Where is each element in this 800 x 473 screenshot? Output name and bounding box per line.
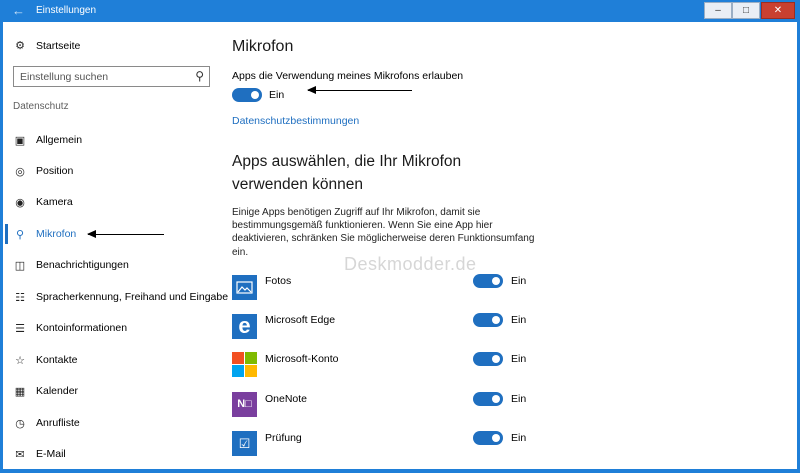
call-history-icon: ◷ [15, 417, 25, 430]
exam-app-icon: ☑ [232, 431, 257, 456]
app-toggle-state: Ein [511, 393, 527, 405]
sidebar-item-label: Spracherkennung, Freihand und Eingabe [36, 291, 229, 303]
sidebar-item-anrufliste[interactable]: ◷ Anrufliste [13, 413, 80, 433]
app-toggle-state: Ein [511, 314, 527, 326]
apps-heading: Apps auswählen, die Ihr Mikrofon verwend… [232, 153, 462, 193]
sidebar-item-label: Mikrofon [36, 228, 77, 240]
calendar-icon: ▦ [14, 385, 26, 398]
contacts-icon: ☆ [15, 354, 25, 367]
app-toggle-edge[interactable] [473, 313, 503, 327]
sidebar-item-position[interactable]: ◎ Position [13, 161, 73, 181]
sidebar-item-allgemein[interactable]: ▣ Allgemein [13, 130, 82, 150]
window-frame-bottom [0, 469, 800, 473]
sidebar-item-kontakte[interactable]: ☆ Kontakte [13, 350, 77, 370]
window-title: Einstellungen [36, 5, 97, 16]
search-input[interactable]: Einstellung suchen ⚲ [13, 66, 210, 87]
sidebar-item-label: Kontakte [36, 354, 78, 366]
app-toggle-state: Ein [511, 275, 527, 287]
mail-icon: ✉ [15, 448, 25, 461]
app-name-fotos: Fotos [265, 275, 292, 287]
back-arrow-icon[interactable]: ← [12, 3, 25, 18]
photos-app-icon [232, 275, 257, 300]
app-toggle-fotos[interactable] [473, 274, 503, 288]
search-icon[interactable]: ⚲ [195, 69, 204, 83]
close-icon: ✕ [773, 5, 783, 16]
app-toggle-state: Ein [511, 432, 527, 444]
sidebar-item-mikrofon[interactable]: ⚲ Mikrofon [13, 224, 76, 244]
app-name-microsoft-konto: Microsoft-Konto [265, 353, 339, 365]
sidebar-item-label: Allgemein [36, 134, 83, 146]
sidebar-item-label: Position [36, 165, 74, 177]
maximize-icon: □ [742, 5, 750, 16]
search-placeholder: Einstellung suchen [20, 71, 109, 83]
sidebar-item-spracherkennung[interactable]: ☷ Spracherkennung, Freihand und Eingabe [13, 287, 228, 307]
camera-icon: ◉ [15, 196, 25, 209]
sidebar-item-label: Startseite [36, 39, 81, 52]
app-name-onenote: OneNote [265, 393, 308, 405]
title-bar: ← Einstellungen – □ ✕ [0, 0, 800, 22]
lock-icon: ▣ [14, 134, 26, 147]
sidebar-item-home[interactable]: ⚙ Startseite [13, 39, 81, 53]
sidebar-item-benachrichtigungen[interactable]: ◫ Benachrichtigungen [13, 255, 129, 275]
onenote-app-icon: N□ [232, 392, 257, 417]
location-icon: ◎ [15, 165, 25, 178]
sidebar: ⚙ Startseite Einstellung suchen ⚲ Datens… [3, 22, 228, 469]
edge-app-icon: e [232, 314, 257, 339]
microsoft-account-app-icon [232, 352, 257, 377]
sidebar-item-label: Benachrichtigungen [36, 259, 129, 271]
sidebar-item-kontoinformationen[interactable]: ☰ Kontoinformationen [13, 318, 127, 338]
app-name-edge: Microsoft Edge [265, 314, 336, 326]
apps-description: Einige Apps benötigen Zugriff auf Ihr Mi… [232, 207, 535, 258]
app-toggle-pruefung[interactable] [473, 431, 503, 445]
sidebar-item-kamera[interactable]: ◉ Kamera [13, 192, 73, 212]
sidebar-item-label: Kontoinformationen [36, 322, 128, 334]
app-toggle-microsoft-konto[interactable] [473, 352, 503, 366]
close-button[interactable]: ✕ [761, 2, 795, 19]
sidebar-item-kalender[interactable]: ▦ Kalender [13, 381, 78, 401]
page-title: Mikrofon [232, 38, 294, 55]
sidebar-item-label: E-Mail [36, 448, 66, 460]
allow-toggle-state: Ein [269, 89, 285, 101]
selection-indicator [5, 224, 8, 244]
watermark: Deskmodder.de [344, 254, 477, 274]
gear-icon: ⚙ [15, 40, 25, 52]
maximize-button[interactable]: □ [732, 2, 760, 19]
minimize-button[interactable]: – [704, 2, 732, 19]
minimize-icon: – [715, 5, 721, 16]
sidebar-item-label: Kamera [36, 196, 73, 208]
notification-icon: ◫ [14, 259, 26, 272]
annotation-arrow-toggle [307, 86, 412, 94]
account-info-icon: ☰ [15, 322, 25, 335]
annotation-arrow-sidebar [87, 230, 164, 238]
app-toggle-onenote[interactable] [473, 392, 503, 406]
allow-toggle[interactable] [232, 88, 262, 102]
microphone-icon: ⚲ [15, 228, 25, 241]
sidebar-item-email[interactable]: ✉ E-Mail [13, 444, 66, 464]
allow-label: Apps die Verwendung meines Mikrofons erl… [232, 70, 464, 82]
sidebar-item-label: Anrufliste [36, 417, 80, 429]
sidebar-item-label: Kalender [36, 385, 79, 397]
sidebar-group-label: Datenschutz [13, 101, 69, 112]
speech-icon: ☷ [15, 291, 25, 304]
privacy-link[interactable]: Datenschutzbestimmungen [232, 115, 359, 127]
app-toggle-state: Ein [511, 353, 527, 365]
app-name-pruefung: Prüfung [265, 432, 302, 444]
